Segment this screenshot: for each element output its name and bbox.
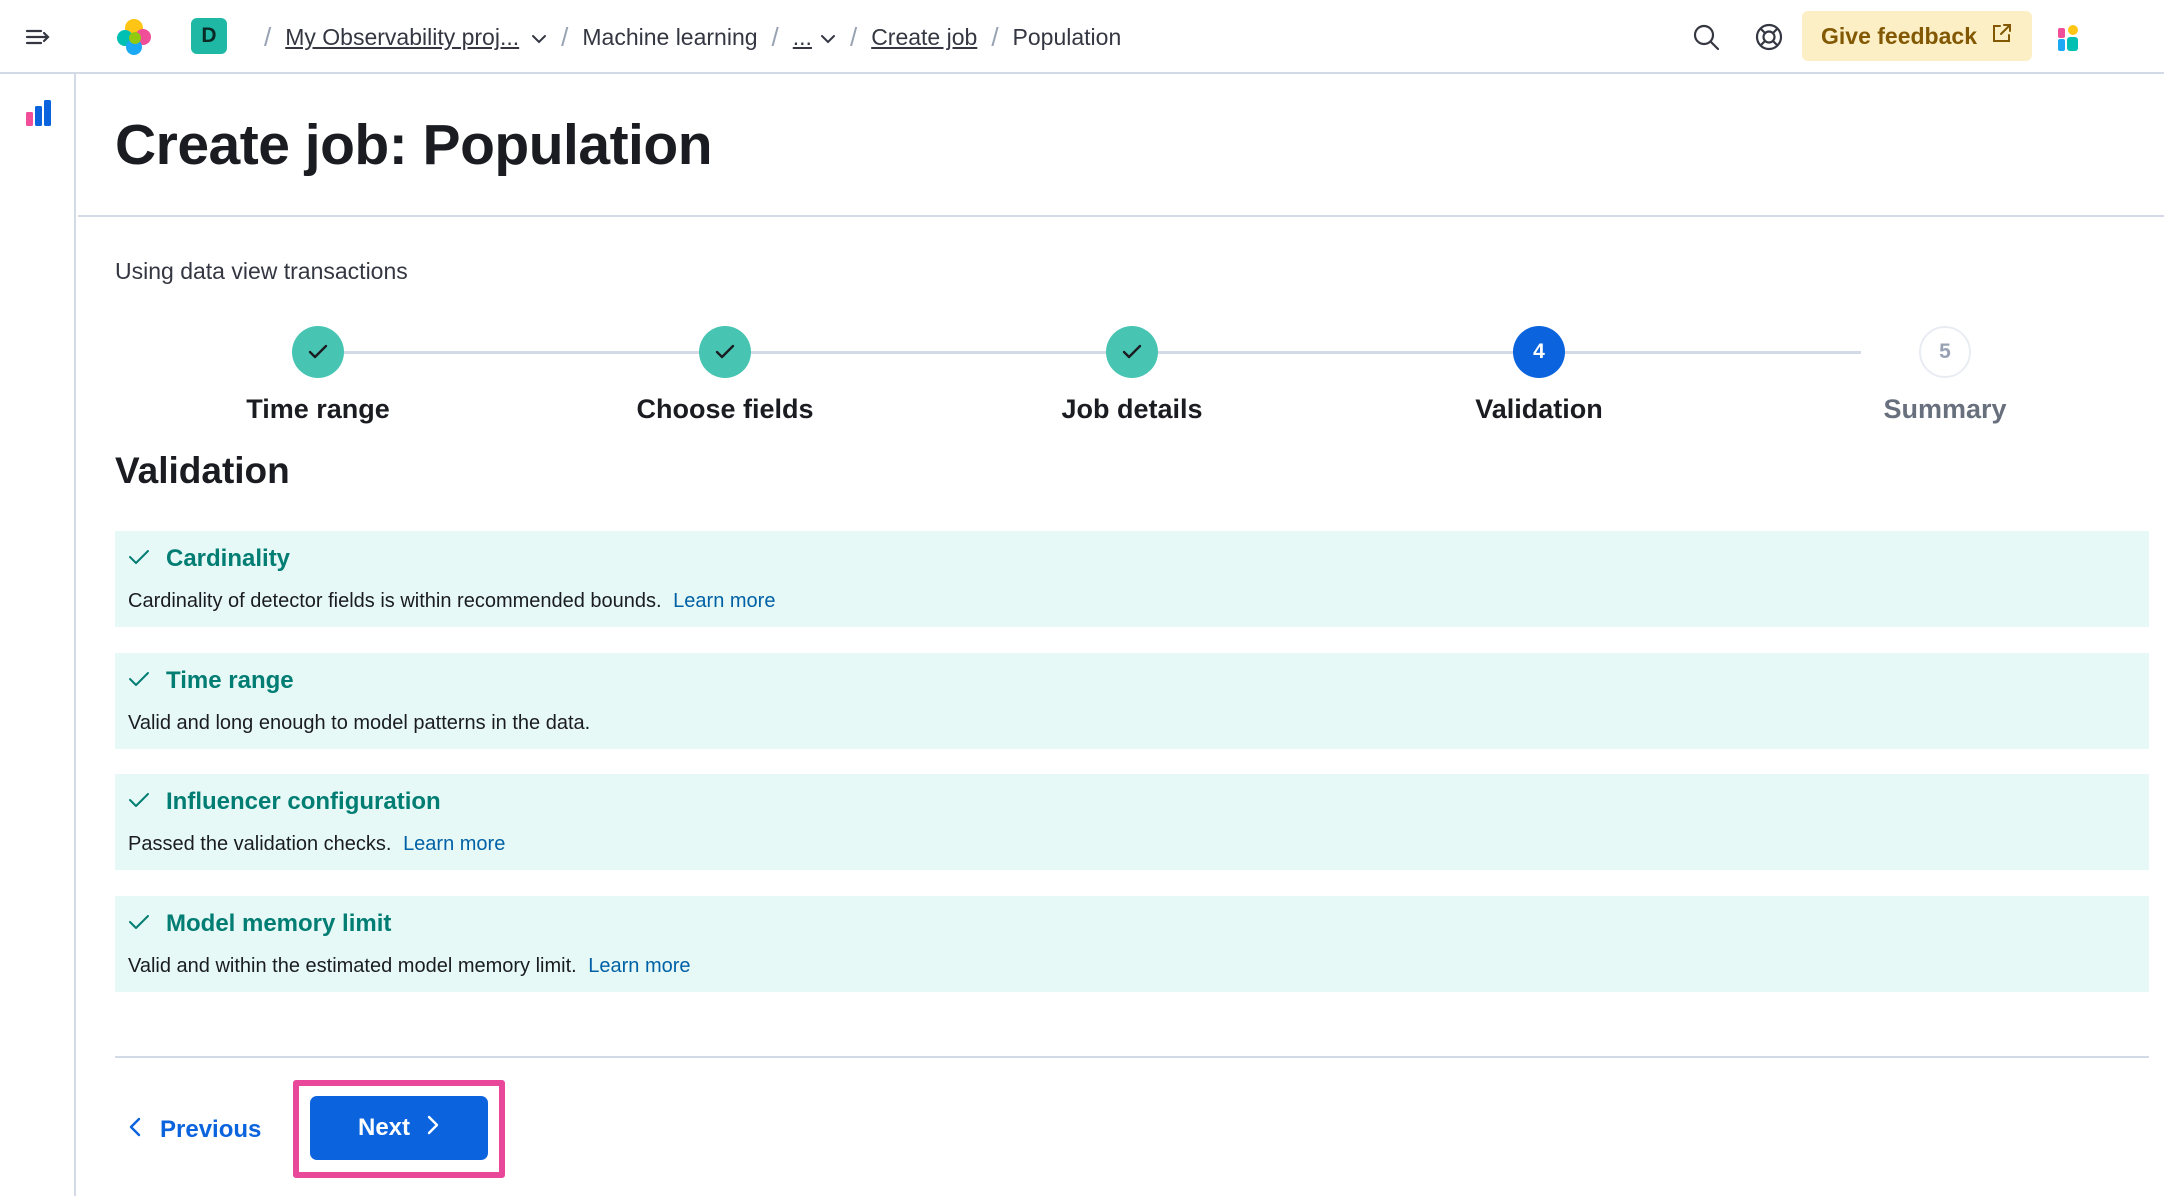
callout-text: Passed the validation checks. [128, 833, 392, 855]
step-validation[interactable]: 4 Validation [1389, 320, 1689, 425]
step-time-range[interactable]: Time range [168, 320, 468, 425]
check-icon [128, 788, 150, 816]
learn-more-link[interactable]: Learn more [673, 590, 775, 612]
breadcrumb-separator: / [991, 21, 999, 52]
previous-label: Previous [160, 1116, 262, 1143]
data-view-label: Using data view transactions [115, 258, 408, 284]
space-avatar[interactable]: D [191, 18, 227, 54]
check-icon [128, 545, 150, 573]
callout-text: Valid and within the estimated model mem… [128, 955, 577, 977]
next-button[interactable]: Next [310, 1096, 488, 1160]
breadcrumb-separator: / [771, 21, 779, 52]
help-icon[interactable] [1753, 21, 1785, 53]
check-icon [128, 910, 150, 938]
step-title: Time range [246, 394, 390, 424]
chevron-down-icon[interactable] [531, 24, 547, 51]
give-feedback-label: Give feedback [1821, 22, 1977, 49]
step-title: Summary [1883, 394, 2007, 424]
menu-toggle-icon[interactable] [22, 20, 56, 54]
wizard-steps: Time range Choose fields Job details 4 V… [115, 320, 2145, 430]
step-job-details[interactable]: Job details [982, 320, 1282, 425]
breadcrumb-separator: / [561, 21, 569, 52]
next-label: Next [357, 1114, 411, 1141]
page-header: Create job: Population [78, 76, 2164, 217]
breadcrumb-separator: / [849, 21, 858, 52]
previous-button[interactable]: Previous [128, 1110, 261, 1150]
breadcrumb-project[interactable]: My Observability proj... [285, 24, 519, 51]
give-feedback-button[interactable]: Give feedback [1802, 11, 2032, 61]
step-title: Job details [1061, 394, 1203, 424]
step-number-badge: 4 [1513, 326, 1565, 378]
step-choose-fields[interactable]: Choose fields [575, 320, 875, 425]
callout-title: Influencer configuration [166, 788, 441, 815]
breadcrumb-machine-learning[interactable]: Machine learning [582, 24, 757, 51]
learn-more-link[interactable]: Learn more [588, 955, 690, 977]
external-link-icon [1991, 22, 2013, 50]
callout-text: Cardinality of detector fields is within… [128, 590, 662, 612]
step-title: Validation [1475, 394, 1603, 424]
breadcrumb: / My Observability proj... / Machine lea… [250, 0, 1121, 74]
user-menu-icon[interactable] [2058, 24, 2084, 52]
page-title: Create job: Population [115, 113, 713, 177]
validation-callout-time-range: Time range Valid and long enough to mode… [115, 653, 2149, 749]
check-icon [1106, 326, 1158, 378]
check-icon [699, 326, 751, 378]
check-icon [292, 326, 344, 378]
callout-title: Model memory limit [166, 910, 392, 937]
footer-divider [115, 1056, 2149, 1058]
breadcrumb-create-job[interactable]: Create job [871, 24, 977, 51]
step-summary: 5 Summary [1795, 320, 2095, 425]
check-icon [128, 667, 150, 695]
chevron-left-icon [128, 1116, 142, 1145]
elastic-logo-icon[interactable] [114, 17, 154, 57]
breadcrumb-ellipsis[interactable]: ... [793, 24, 812, 51]
space-initial: D [201, 24, 217, 47]
chevron-right-icon [426, 1114, 440, 1143]
section-title: Validation [115, 450, 290, 491]
validation-callout-cardinality: Cardinality Cardinality of detector fiel… [115, 531, 2149, 627]
validation-callout-influencer-configuration: Influencer configuration Passed the vali… [115, 774, 2149, 870]
step-number-badge: 5 [1919, 326, 1971, 378]
machine-learning-app-icon[interactable] [26, 100, 52, 128]
top-header: D / My Observability proj... / Machine l… [0, 0, 2164, 74]
search-icon[interactable] [1690, 21, 1722, 53]
step-title: Choose fields [636, 394, 814, 424]
breadcrumb-separator: / [264, 21, 272, 52]
chevron-down-icon[interactable] [820, 24, 836, 51]
callout-title: Time range [166, 667, 294, 694]
learn-more-link[interactable]: Learn more [403, 833, 505, 855]
callout-text: Valid and long enough to model patterns … [128, 712, 591, 734]
breadcrumb-current: Population [1012, 23, 1122, 50]
validation-callout-model-memory-limit: Model memory limit Valid and within the … [115, 896, 2149, 992]
callout-title: Cardinality [166, 545, 291, 572]
side-navigation [0, 74, 76, 1196]
